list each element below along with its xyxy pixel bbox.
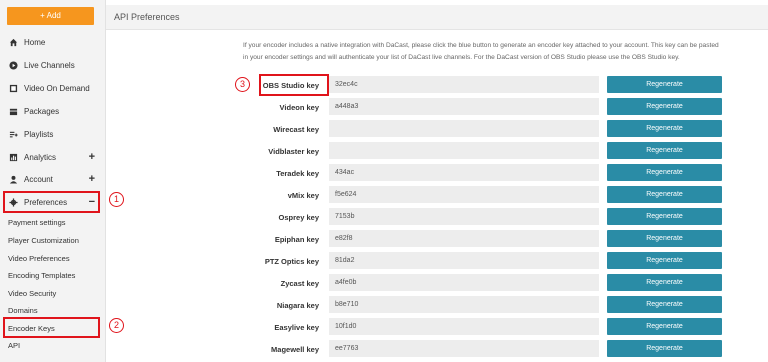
- expand-icon[interactable]: +: [89, 174, 95, 185]
- key-field[interactable]: b8e710: [329, 296, 599, 313]
- key-field[interactable]: [329, 142, 599, 159]
- video-icon: [9, 84, 18, 93]
- regenerate-button[interactable]: Regenerate: [607, 120, 722, 137]
- key-label: Teradek key: [276, 169, 319, 178]
- key-field[interactable]: 81da2: [329, 252, 599, 269]
- sidebar-item-label: Packages: [24, 107, 60, 116]
- sidebar-item-label: Live Channels: [24, 61, 75, 70]
- sidebar-item-account[interactable]: Account +: [0, 168, 106, 191]
- sidebar-item-packages[interactable]: Packages: [0, 100, 106, 123]
- key-label: vMix key: [287, 191, 319, 200]
- regenerate-button[interactable]: Regenerate: [607, 98, 722, 115]
- preferences-highlight: [3, 191, 100, 213]
- sidebar-item-label: Home: [24, 38, 46, 47]
- key-label: Niagara key: [276, 301, 319, 310]
- key-label: PTZ Optics key: [264, 257, 319, 266]
- packages-icon: [9, 107, 18, 116]
- key-field[interactable]: [329, 120, 599, 137]
- encoder-keys-highlight: [3, 317, 100, 338]
- regenerate-button[interactable]: Regenerate: [607, 296, 722, 313]
- key-field[interactable]: f5e624: [329, 186, 599, 203]
- sidebar-item-vod[interactable]: Video On Demand: [0, 77, 106, 100]
- key-field[interactable]: e82f8: [329, 230, 599, 247]
- key-field[interactable]: ee7763: [329, 340, 599, 357]
- key-field[interactable]: 32ec4c: [329, 76, 599, 93]
- sidebar-item-analytics[interactable]: Analytics +: [0, 146, 106, 169]
- regenerate-button[interactable]: Regenerate: [607, 318, 722, 335]
- key-label: Wirecast key: [273, 125, 319, 134]
- sidebar-subitem-domains[interactable]: Domains: [8, 306, 38, 315]
- annotation-marker-2: 2: [109, 318, 124, 333]
- sidebar-item-playlists[interactable]: Playlists: [0, 123, 106, 146]
- key-label: Vidblaster key: [268, 147, 319, 156]
- sidebar-item-label: Playlists: [24, 130, 54, 139]
- sidebar-subitem-api[interactable]: API: [8, 341, 20, 350]
- key-field[interactable]: a4fe0b: [329, 274, 599, 291]
- sidebar-item-home[interactable]: Home: [0, 31, 106, 54]
- analytics-icon: [9, 153, 18, 162]
- page-title: API Preferences: [114, 12, 180, 22]
- sidebar: + Add Home Live Channels Video On Demand…: [0, 0, 106, 362]
- home-icon: [9, 38, 18, 47]
- sidebar-item-label: Video On Demand: [24, 84, 90, 93]
- annotation-marker-1: 1: [109, 192, 124, 207]
- sidebar-item-label: Analytics: [24, 153, 57, 162]
- sidebar-item-label: Account: [24, 175, 53, 184]
- sidebar-subitem-video-preferences[interactable]: Video Preferences: [8, 254, 70, 263]
- sidebar-item-live-channels[interactable]: Live Channels: [0, 54, 106, 77]
- live-icon: [9, 61, 18, 70]
- key-label: Osprey key: [278, 213, 319, 222]
- sidebar-subitem-encoding-templates[interactable]: Encoding Templates: [8, 271, 75, 280]
- user-icon: [9, 175, 18, 184]
- key-label: OBS Studio key: [262, 81, 319, 90]
- key-label: Epiphan key: [274, 235, 319, 244]
- key-label: Easylive key: [274, 323, 319, 332]
- regenerate-button[interactable]: Regenerate: [607, 76, 722, 93]
- regenerate-button[interactable]: Regenerate: [607, 340, 722, 357]
- regenerate-button[interactable]: Regenerate: [607, 274, 722, 291]
- sidebar-subitem-video-security[interactable]: Video Security: [8, 289, 56, 298]
- key-label: Magewell key: [271, 345, 319, 354]
- regenerate-button[interactable]: Regenerate: [607, 142, 722, 159]
- regenerate-button[interactable]: Regenerate: [607, 186, 722, 203]
- key-field[interactable]: a448a3: [329, 98, 599, 115]
- key-label: Zycast key: [280, 279, 319, 288]
- intro-text: If your encoder includes a native integr…: [243, 42, 719, 61]
- key-field[interactable]: 7153b: [329, 208, 599, 225]
- playlist-icon: [9, 130, 18, 139]
- key-label: Videon key: [279, 103, 319, 112]
- key-field[interactable]: 434ac: [329, 164, 599, 181]
- sidebar-subitem-payment-settings[interactable]: Payment settings: [8, 218, 66, 227]
- sidebar-subitem-player-customization[interactable]: Player Customization: [8, 236, 79, 245]
- add-button[interactable]: + Add: [7, 7, 94, 25]
- regenerate-button[interactable]: Regenerate: [607, 230, 722, 247]
- page-header: API Preferences: [106, 5, 768, 30]
- regenerate-button[interactable]: Regenerate: [607, 164, 722, 181]
- key-field[interactable]: 10f1d0: [329, 318, 599, 335]
- regenerate-button[interactable]: Regenerate: [607, 252, 722, 269]
- regenerate-button[interactable]: Regenerate: [607, 208, 722, 225]
- expand-icon[interactable]: +: [89, 152, 95, 163]
